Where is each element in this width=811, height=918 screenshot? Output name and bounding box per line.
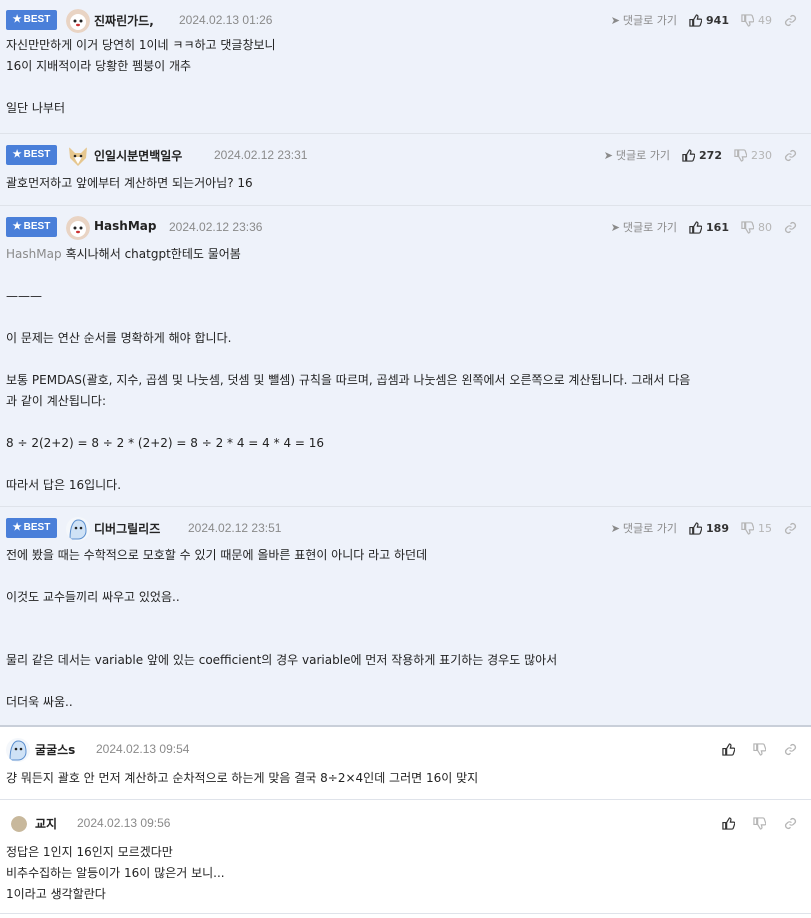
downvote-button[interactable]: 80 bbox=[741, 221, 772, 234]
comment-body: 자신만만하게 이거 당연히 1이네 ㅋㅋ하고 댓글창보니 16이 지배적이라 당… bbox=[6, 38, 276, 115]
comment-date: 2024.02.13 09:56 bbox=[77, 816, 171, 830]
upvote-button[interactable]: 272 bbox=[682, 149, 722, 162]
best-badge: ★ BEST bbox=[6, 145, 57, 165]
avatar[interactable] bbox=[66, 216, 90, 240]
nickname[interactable]: 진짜린가드, bbox=[94, 12, 154, 29]
comment-best-3: ★ BEST HashMap 2024.02.12 23:36 ➤ 댓글로 가기 1… bbox=[0, 206, 811, 507]
goto-comment-link[interactable]: ➤ 댓글로 가기 bbox=[604, 147, 670, 163]
nickname[interactable]: 디버그릴리즈 bbox=[94, 520, 160, 537]
comment-actions: ➤ 댓글로 가기 161 80 bbox=[611, 218, 801, 236]
avatar[interactable] bbox=[11, 816, 27, 832]
goto-comment-link[interactable]: ➤ 댓글로 가기 bbox=[611, 520, 677, 536]
comment-actions: ➤ 댓글로 가기 272 230 bbox=[604, 146, 801, 164]
avatar[interactable] bbox=[66, 9, 90, 33]
thumbs-up-icon bbox=[682, 148, 696, 162]
thumbs-up-icon bbox=[722, 742, 735, 756]
avatar[interactable] bbox=[66, 144, 90, 168]
goto-comment-link[interactable]: ➤ 댓글로 가기 bbox=[611, 219, 677, 235]
comment-actions bbox=[722, 814, 801, 832]
best-badge: ★ BEST bbox=[6, 217, 57, 237]
link-icon bbox=[784, 817, 797, 829]
link-button[interactable] bbox=[784, 522, 801, 535]
downvote-button[interactable]: 230 bbox=[734, 149, 772, 162]
upvote-button[interactable]: 941 bbox=[689, 14, 729, 27]
goto-comment-link[interactable]: ➤ 댓글로 가기 bbox=[611, 12, 677, 28]
comment-date: 2024.02.12 23:51 bbox=[188, 521, 282, 535]
star-icon: ★ bbox=[12, 522, 22, 533]
comment-best-1: ★ BEST 진짜린가드, 2024.02.13 01:26 ➤ 댓글로 가기 94… bbox=[0, 0, 811, 134]
star-icon: ★ bbox=[12, 149, 22, 160]
thumbs-up-icon bbox=[689, 220, 703, 234]
comment-best-2: ★ BEST 인일시분면백일우 2024.02.12 23:31 ➤ 댓글로 가기 … bbox=[0, 134, 811, 206]
downvote-button[interactable]: 49 bbox=[741, 14, 772, 27]
nickname[interactable]: 교지 bbox=[35, 815, 57, 832]
downvote-button[interactable] bbox=[753, 742, 770, 756]
upvote-button[interactable] bbox=[722, 742, 739, 756]
send-icon: ➤ bbox=[603, 148, 613, 162]
comment-date: 2024.02.12 23:31 bbox=[214, 148, 308, 162]
upvote-button[interactable]: 189 bbox=[689, 522, 729, 535]
upvote-button[interactable]: 161 bbox=[689, 221, 729, 234]
comment-1: 굴굴스s 2024.02.13 09:54 걍 뭐든지 괄호 안 먼저 계산하고… bbox=[0, 727, 811, 800]
comment-body: 괄호먼저하고 앞에부터 계산하면 되는거아님? 16 bbox=[6, 176, 253, 190]
link-button[interactable] bbox=[784, 743, 801, 756]
comment-actions: ➤ 댓글로 가기 189 15 bbox=[611, 519, 801, 537]
send-icon: ➤ bbox=[610, 13, 620, 27]
star-icon: ★ bbox=[12, 221, 22, 232]
thumbs-down-icon bbox=[734, 148, 747, 162]
comment-actions: ➤ 댓글로 가기 941 49 bbox=[611, 11, 801, 29]
link-button[interactable] bbox=[784, 14, 801, 27]
send-icon: ➤ bbox=[610, 220, 620, 234]
thumbs-down-icon bbox=[753, 742, 766, 756]
comment-best-4: ★ BEST 디버그릴리즈 2024.02.12 23:51 ➤ 댓글로 가기 18… bbox=[0, 507, 811, 727]
quoted-nickname[interactable]: HashMap bbox=[6, 247, 62, 261]
link-button[interactable] bbox=[784, 149, 801, 162]
downvote-button[interactable]: 15 bbox=[741, 522, 772, 535]
link-icon bbox=[784, 743, 797, 755]
thumbs-down-icon bbox=[741, 521, 754, 535]
link-icon bbox=[784, 14, 797, 26]
downvote-button[interactable] bbox=[753, 816, 770, 830]
nickname[interactable]: 인일시분면백일우 bbox=[94, 147, 182, 164]
comment-body: 걍 뭐든지 괄호 안 먼저 계산하고 순차적으로 하는게 맞음 결국 8÷2×4… bbox=[6, 771, 479, 785]
comment-actions bbox=[722, 740, 801, 758]
link-button[interactable] bbox=[784, 221, 801, 234]
thumbs-down-icon bbox=[741, 13, 754, 27]
comment-date: 2024.02.13 09:54 bbox=[96, 742, 190, 756]
comment-2: 교지 2024.02.13 09:56 정답은 1인지 16인지 모르겠다만 비… bbox=[0, 800, 811, 914]
thumbs-up-icon bbox=[689, 521, 703, 535]
link-icon bbox=[784, 149, 797, 161]
thumbs-up-icon bbox=[722, 816, 735, 830]
star-icon: ★ bbox=[12, 14, 22, 25]
comment-date: 2024.02.12 23:36 bbox=[169, 220, 263, 234]
link-icon bbox=[784, 522, 797, 534]
thumbs-down-icon bbox=[741, 220, 754, 234]
nickname[interactable]: 굴굴스s bbox=[35, 741, 75, 758]
avatar[interactable] bbox=[66, 517, 90, 541]
upvote-button[interactable] bbox=[722, 816, 739, 830]
nickname[interactable]: HashMap bbox=[94, 219, 156, 233]
comment-date: 2024.02.13 01:26 bbox=[179, 13, 273, 27]
comment-body: HashMap 혹시나해서 chatgpt한테도 물어봄 ——— 이 문제는 연산… bbox=[6, 247, 691, 492]
comment-body: 전에 봤을 때는 수학적으로 모호할 수 있기 때문에 올바른 표현이 아니다 … bbox=[6, 548, 558, 709]
thumbs-up-icon bbox=[689, 13, 703, 27]
link-icon bbox=[784, 221, 797, 233]
send-icon: ➤ bbox=[610, 521, 620, 535]
comment-body: 정답은 1인지 16인지 모르겠다만 비추수집하는 알등이가 16이 많은거 보… bbox=[6, 845, 225, 901]
avatar[interactable] bbox=[6, 738, 30, 762]
best-badge: ★ BEST bbox=[6, 10, 57, 30]
thumbs-down-icon bbox=[753, 816, 766, 830]
best-badge: ★ BEST bbox=[6, 518, 57, 538]
link-button[interactable] bbox=[784, 817, 801, 830]
